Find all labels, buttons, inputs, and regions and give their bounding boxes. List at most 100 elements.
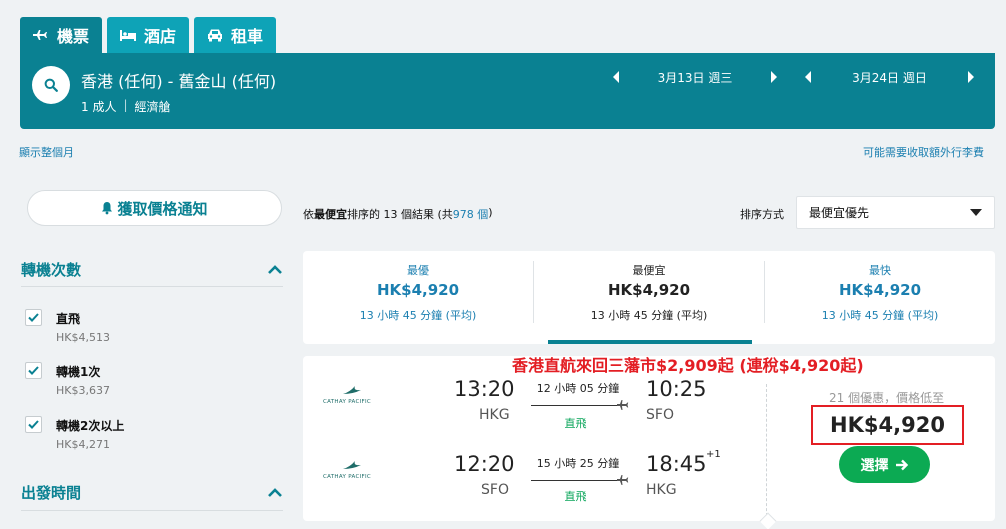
sort-tab-title: 最優 bbox=[407, 264, 429, 277]
departure-airport: HKG bbox=[479, 407, 510, 423]
checkmark-icon bbox=[28, 313, 39, 322]
sort-label: 排序方式 bbox=[740, 208, 784, 221]
stops-filter-header[interactable]: 轉機次數 bbox=[21, 259, 283, 280]
search-button[interactable] bbox=[32, 66, 70, 104]
results-suffix: ) bbox=[488, 206, 493, 219]
checkmark-icon bbox=[28, 366, 39, 375]
sort-tab-duration: 13 小時 45 分鐘 (平均) bbox=[359, 309, 477, 322]
return-date-nav: 3月24日 週日 bbox=[802, 67, 977, 87]
sort-tab-best[interactable]: 最優 HK$4,920 13 小時 45 分鐘 (平均) bbox=[303, 251, 533, 344]
flight-duration: 15 小時 25 分鐘 bbox=[536, 457, 620, 470]
results-count-text: 排序的 13 個結果 (共 bbox=[347, 208, 453, 221]
select-label: 選擇 bbox=[860, 457, 889, 474]
sort-tab-fastest[interactable]: 最快 HK$4,920 13 小時 45 分鐘 (平均) bbox=[765, 251, 995, 344]
stop-option-two-plus-stops[interactable]: 轉機2次以上 HK$4,271 bbox=[25, 416, 265, 456]
airline-logo: CATHAY PACIFIC bbox=[323, 384, 383, 408]
tab-flights[interactable]: 機票 bbox=[20, 17, 103, 53]
chevron-up-icon[interactable] bbox=[267, 264, 283, 275]
bell-icon bbox=[102, 202, 113, 215]
depart-date-nav: 3月13日 週三 bbox=[610, 67, 780, 87]
prev-return-date-button[interactable] bbox=[802, 67, 814, 87]
checkbox-nonstop[interactable] bbox=[25, 309, 42, 326]
plane-icon bbox=[33, 28, 49, 42]
divider: | bbox=[123, 98, 128, 112]
sort-tab-cheapest[interactable]: 最便宜 HK$4,920 13 小時 45 分鐘 (平均) bbox=[534, 251, 764, 344]
sort-tab-title: 最快 bbox=[869, 264, 891, 277]
departure-time-filter-header[interactable]: 出發時間 bbox=[21, 482, 283, 503]
deals-count: 21 個優惠，價格低至 bbox=[829, 391, 945, 405]
checkbox-two-plus-stops[interactable] bbox=[25, 416, 42, 433]
airline-name: CATHAY PACIFIC bbox=[323, 399, 372, 405]
car-icon bbox=[207, 28, 223, 42]
price-alert-button[interactable]: 獲取價格通知 bbox=[27, 190, 282, 226]
tab-label: 租車 bbox=[231, 27, 264, 46]
stop-option-one-stop[interactable]: 轉機1次 HK$3,637 bbox=[25, 362, 265, 402]
arrival-airport: SFO bbox=[646, 407, 674, 423]
chevron-up-icon[interactable] bbox=[267, 487, 283, 498]
next-return-date-button[interactable] bbox=[965, 67, 977, 87]
brushwing-icon bbox=[343, 461, 361, 469]
route-line bbox=[531, 474, 629, 486]
stop-option-label: 轉機1次 bbox=[56, 365, 101, 379]
route-text[interactable]: 香港 (任何) - 舊金山 (任何) bbox=[81, 68, 276, 92]
sort-tab-duration: 13 小時 45 分鐘 (平均) bbox=[821, 309, 939, 322]
stops-filter-title: 轉機次數 bbox=[21, 261, 82, 279]
flight-price: HK$4,920 bbox=[811, 405, 964, 445]
sort-tabs: 最優 HK$4,920 13 小時 45 分鐘 (平均) 最便宜 HK$4,92… bbox=[303, 251, 995, 344]
stop-option-label: 直飛 bbox=[56, 312, 81, 326]
prev-depart-date-button[interactable] bbox=[610, 67, 622, 87]
next-depart-date-button[interactable] bbox=[768, 67, 780, 87]
flight-duration: 12 小時 05 分鐘 bbox=[536, 382, 620, 395]
results-total-link[interactable]: 978 個 bbox=[453, 206, 489, 222]
arrival-airport: HKG bbox=[646, 482, 677, 498]
results-sort-name: 最便宜 bbox=[314, 208, 347, 221]
product-tabs: 機票 酒店 租車 bbox=[20, 17, 277, 53]
results-summary: 依 最便宜 排序的 13 個結果 (共 978 個 ) bbox=[303, 206, 493, 222]
checkbox-one-stop[interactable] bbox=[25, 362, 42, 379]
show-month-link[interactable]: 顯示整個月 bbox=[19, 144, 74, 160]
route-line bbox=[531, 399, 629, 411]
divider bbox=[766, 384, 767, 521]
stop-option-label: 轉機2次以上 bbox=[56, 419, 125, 433]
passenger-cabin[interactable]: 1 成人 | 經濟艙 bbox=[81, 98, 171, 115]
tab-label: 機票 bbox=[57, 27, 90, 46]
promo-annotation: 香港直航來回三藩市$2,909起 (連稅$4,920起) bbox=[512, 356, 864, 375]
sort-tab-title: 最便宜 bbox=[632, 264, 666, 277]
sort-tab-duration: 13 小時 45 分鐘 (平均) bbox=[590, 309, 708, 322]
sort-selected-value: 最便宜優先 bbox=[809, 206, 870, 220]
arrival-time: 10:25 bbox=[646, 377, 707, 401]
price-alert-label: 獲取價格通知 bbox=[117, 199, 208, 218]
tab-hotels[interactable]: 酒店 bbox=[107, 17, 190, 53]
plane-icon bbox=[617, 400, 629, 410]
departure-time: 13:20 bbox=[454, 377, 515, 401]
return-date[interactable]: 3月24日 週日 bbox=[814, 69, 965, 86]
stop-option-price: HK$3,637 bbox=[56, 384, 110, 397]
stop-option-nonstop[interactable]: 直飛 HK$4,513 bbox=[25, 309, 265, 349]
results-prefix: 依 bbox=[303, 208, 314, 221]
baggage-fees-link[interactable]: 可能需要收取額外行李費 bbox=[863, 144, 984, 160]
departure-airport: SFO bbox=[481, 482, 509, 498]
departure-time: 12:20 bbox=[454, 452, 515, 476]
divider bbox=[21, 286, 283, 287]
arrow-right-icon bbox=[895, 459, 908, 470]
sort-tab-price: HK$4,920 bbox=[376, 281, 460, 299]
search-icon bbox=[44, 78, 58, 92]
cabin-class: 經濟艙 bbox=[134, 100, 171, 114]
tab-cars[interactable]: 租車 bbox=[194, 17, 277, 53]
airline-logo: CATHAY PACIFIC bbox=[323, 459, 383, 483]
stops-label: 直飛 bbox=[564, 490, 587, 503]
search-summary-bar[interactable]: 香港 (任何) - 舊金山 (任何) 1 成人 | 經濟艙 3月13日 週三 3… bbox=[20, 53, 995, 129]
depart-date[interactable]: 3月13日 週三 bbox=[622, 69, 768, 86]
sort-tab-price: HK$4,920 bbox=[838, 281, 922, 299]
select-flight-button[interactable]: 選擇 bbox=[839, 446, 930, 483]
airline-name: CATHAY PACIFIC bbox=[323, 474, 372, 480]
checkmark-icon bbox=[28, 420, 39, 429]
stops-label: 直飛 bbox=[564, 417, 587, 430]
departure-time-filter-title: 出發時間 bbox=[21, 484, 82, 502]
sort-tab-price: HK$4,920 bbox=[607, 281, 691, 299]
sort-dropdown[interactable]: 最便宜優先 bbox=[796, 196, 995, 229]
bed-icon bbox=[120, 29, 137, 42]
day-offset: +1 bbox=[706, 449, 721, 460]
stop-option-price: HK$4,513 bbox=[56, 331, 110, 344]
caret-down-icon bbox=[970, 209, 982, 216]
